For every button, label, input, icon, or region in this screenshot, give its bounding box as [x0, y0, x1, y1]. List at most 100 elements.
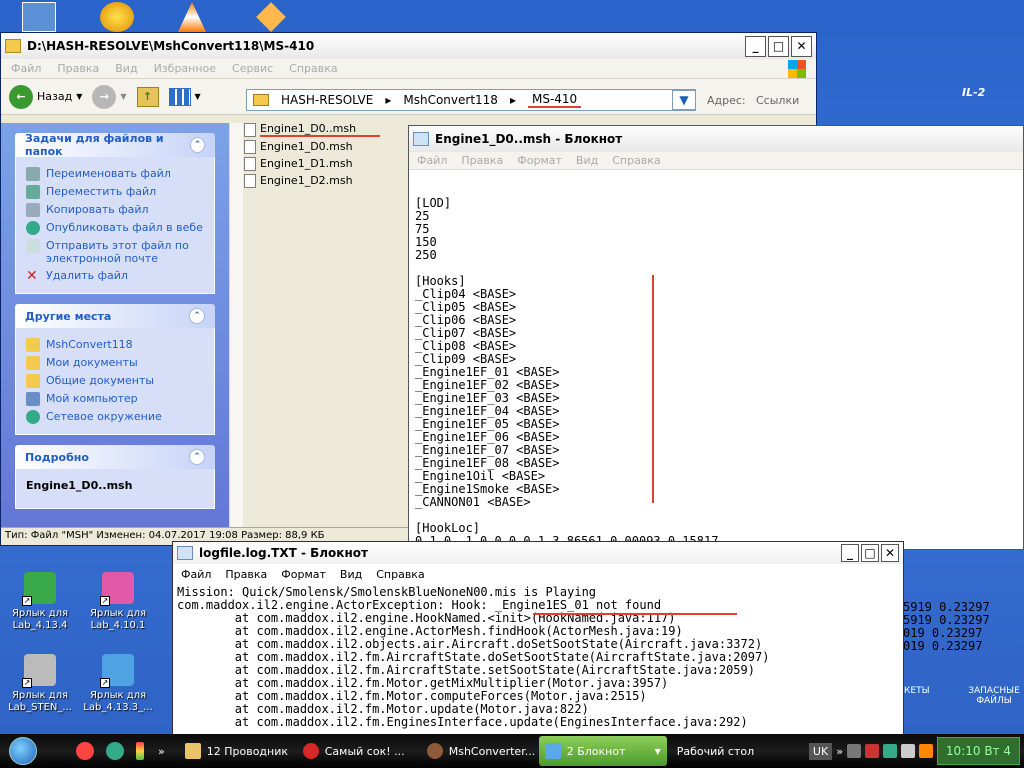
address-bar[interactable]: HASH-RESOLVE ▸ MshConvert118 ▸ MS-410 [246, 89, 696, 111]
place-label: Общие документы [46, 374, 155, 387]
task-email[interactable]: Отправить этот файл по электронной почте [26, 239, 204, 265]
maximize-button[interactable]: □ [768, 35, 789, 57]
task-explorer[interactable]: 12 Проводник▼ [179, 736, 293, 766]
task-move[interactable]: Переместить файл [26, 185, 204, 199]
chevron-down-icon[interactable]: ▼ [120, 92, 126, 101]
place-mshconvert[interactable]: MshConvert118 [26, 338, 204, 352]
quicklaunch-icon-2[interactable] [106, 742, 124, 760]
desktop-top-icon-1[interactable] [22, 2, 56, 32]
desktop-top-icon-3[interactable] [178, 2, 206, 32]
language-indicator[interactable]: UK [808, 742, 833, 760]
menu-favorites[interactable]: Избранное [154, 62, 216, 75]
desktop-shortcut-lab-4-13-3[interactable]: ↗ Ярлык для Lab_4.13.3_... [80, 654, 156, 714]
place-label: MshConvert118 [46, 338, 133, 351]
notepad-msh-menubar: Файл Правка Формат Вид Справка [409, 152, 1023, 170]
back-button[interactable]: ← Назад ▼ [9, 84, 82, 109]
place-my-computer[interactable]: Мой компьютер [26, 392, 204, 406]
menu-format[interactable]: Формат [281, 568, 326, 581]
menu-format[interactable]: Формат [517, 154, 562, 167]
up-folder-button[interactable]: ↑ [136, 86, 159, 107]
panel-header[interactable]: Другие места ⌃ [15, 304, 215, 328]
task-mshconverter[interactable]: MshConverter... [421, 736, 535, 766]
collapse-icon[interactable]: ⌃ [190, 137, 205, 153]
task-opera[interactable]: Самый сок! ... [297, 736, 417, 766]
menu-edit[interactable]: Правка [57, 62, 99, 75]
tray-icon-3[interactable] [882, 744, 897, 758]
menu-view[interactable]: Вид [115, 62, 137, 75]
menu-edit[interactable]: Правка [461, 154, 503, 167]
notepad-log-menubar: Файл Правка Формат Вид Справка [173, 564, 903, 584]
file-item[interactable]: Engine1_D0.msh [244, 138, 380, 155]
address-part[interactable]: HASH-RESOLVE [281, 93, 373, 107]
address-part[interactable]: MS-410 [527, 92, 582, 108]
menu-help[interactable]: Справка [289, 62, 337, 75]
task-rename[interactable]: Переименовать файл [26, 167, 204, 181]
place-shared-documents[interactable]: Общие документы [26, 374, 204, 388]
forward-button[interactable]: → ▼ [92, 84, 127, 109]
file-item[interactable]: Engine1_D1.msh [244, 155, 380, 172]
minimize-button[interactable]: _ [745, 35, 766, 57]
desktop-top-icon-4[interactable] [256, 2, 286, 32]
explorer-titlebar[interactable]: D:\HASH-RESOLVE\MshConvert118\MS-410 _ □… [1, 33, 816, 59]
file-item[interactable]: Engine1_D2.msh [244, 172, 380, 189]
menu-file[interactable]: Файл [417, 154, 447, 167]
up-folder-icon: ↑ [136, 86, 159, 107]
collapse-icon[interactable]: ⌃ [189, 308, 205, 324]
menu-view[interactable]: Вид [576, 154, 598, 167]
explorer-title: D:\HASH-RESOLVE\MshConvert118\MS-410 [27, 39, 315, 53]
task-pane-scrollbar[interactable] [229, 123, 243, 543]
desktop-label[interactable]: ЗАПАСНЫЕ ФАЙЛЫ [964, 686, 1024, 706]
minimize-button[interactable]: _ [841, 544, 859, 562]
task-delete[interactable]: ✕ Удалить файл [26, 269, 204, 283]
task-copy[interactable]: Копировать файл [26, 203, 204, 217]
text-line: 019 0.23297 [903, 639, 983, 653]
menu-help[interactable]: Справка [612, 154, 660, 167]
quicklaunch-icon-3[interactable] [136, 742, 144, 760]
menu-view[interactable]: Вид [340, 568, 362, 581]
menu-edit[interactable]: Правка [225, 568, 267, 581]
quicklaunch-icon-1[interactable] [76, 742, 94, 760]
task-notepad[interactable]: 2 Блокнот ▼ [538, 736, 667, 766]
task-desktop[interactable]: Рабочий стол [671, 736, 767, 766]
maximize-button[interactable]: □ [861, 544, 879, 562]
clock[interactable]: 10:10 Вт 4 [936, 737, 1020, 765]
notepad-log-titlebar[interactable]: logfile.log.TXT - Блокнот _ □ ✕ [173, 542, 903, 564]
menu-file[interactable]: Файл [181, 568, 211, 581]
notepad-log-text[interactable]: Mission: Quick/Smolensk/SmolenskBlueNone… [177, 586, 769, 729]
desktop-shortcut-lab-4-10-1[interactable]: ↗ Ярлык для Lab_4.10.1 [80, 572, 156, 632]
tray-icon-2[interactable] [864, 744, 879, 758]
tray-icon-1[interactable] [846, 744, 861, 758]
panel-body: Переименовать файл Переместить файл Копи… [15, 157, 215, 294]
links-label[interactable]: Ссылки [756, 94, 799, 107]
tray-icon-5[interactable] [918, 744, 933, 758]
panel-header[interactable]: Подробно ⌃ [15, 445, 215, 469]
tray-icon-4[interactable] [900, 744, 915, 758]
chevron-down-icon[interactable]: ▼ [76, 92, 82, 101]
text-line: 75 [415, 222, 430, 236]
collapse-icon[interactable]: ⌃ [189, 449, 205, 465]
panel-header[interactable]: Задачи для файлов и папок ⌃ [15, 132, 215, 158]
menu-help[interactable]: Справка [376, 568, 424, 581]
file-item[interactable]: Engine1_D0..msh [244, 121, 381, 138]
menu-file[interactable]: Файл [11, 62, 41, 75]
desktop-label[interactable]: КЕТЫ [904, 686, 930, 706]
menu-tools[interactable]: Сервис [232, 62, 273, 75]
place-my-documents[interactable]: Мои документы [26, 356, 204, 370]
close-button[interactable]: ✕ [881, 544, 899, 562]
notepad-msh-text[interactable]: [LOD] 25 75 150 250 [Hooks] _Clip04 <BASE> _Cl… [415, 184, 718, 548]
address-part[interactable]: MshConvert118 [403, 93, 498, 107]
start-button[interactable] [0, 734, 46, 768]
desktop-shortcut-lab-4-13-4[interactable]: ↗ Ярлык для Lab_4.13.4 [2, 572, 78, 632]
address-dropdown-button[interactable]: ▼ [672, 90, 696, 110]
address-label: Адрес: [707, 94, 746, 107]
place-network[interactable]: Сетевое окружение [26, 410, 204, 424]
chevron-right-icon[interactable]: » [158, 745, 165, 758]
notepad-msh-titlebar[interactable]: Engine1_D0..msh - Блокнот [409, 126, 1023, 152]
close-button[interactable]: ✕ [791, 35, 812, 57]
il2-logo[interactable]: IL-2 [962, 86, 990, 114]
desktop-top-icon-2[interactable] [100, 2, 134, 32]
chevron-right-icon[interactable]: » [836, 745, 843, 758]
desktop-shortcut-lab-sten[interactable]: ↗ Ярлык для Lab_STEN_... [2, 654, 78, 714]
views-button[interactable]: ▼ [168, 87, 201, 106]
task-publish[interactable]: Опубликовать файл в вебе [26, 221, 204, 235]
